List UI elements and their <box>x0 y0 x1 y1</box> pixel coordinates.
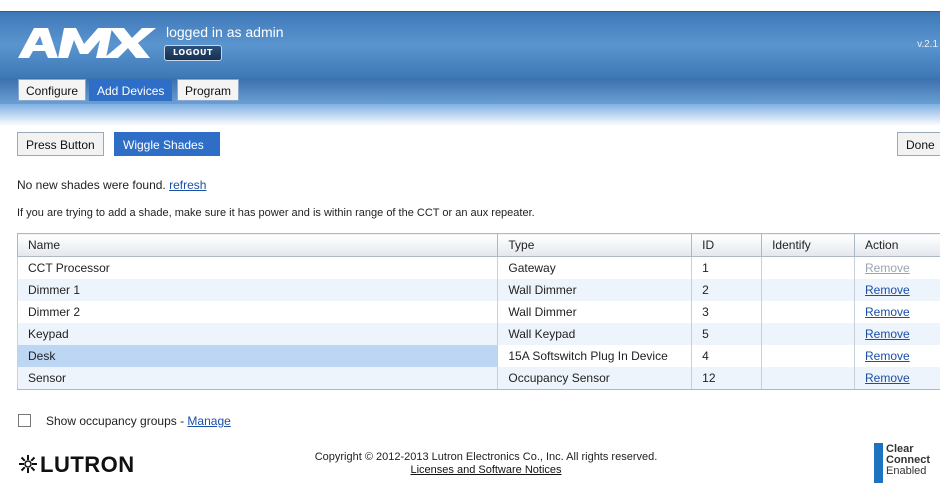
device-id: 12 <box>691 367 763 390</box>
app-header: logged in as admin LOGOUT v.2.1 <box>0 11 940 78</box>
no-shades-message: No new shades were found. refresh <box>17 178 206 192</box>
device-name: Dimmer 2 <box>16 301 499 323</box>
device-name: Dimmer 1 <box>16 279 499 301</box>
tab-configure[interactable]: Configure <box>18 79 87 101</box>
table-row[interactable]: Keypad Wall Keypad 5 Remove <box>16 323 940 345</box>
remove-link[interactable]: Remove <box>865 305 910 319</box>
table-header-row: Name Type ID Identify Action <box>16 233 940 257</box>
remove-link[interactable]: Remove <box>865 327 910 341</box>
logged-in-text: logged in as admin <box>166 24 284 40</box>
version-label: v.2.1 <box>917 39 938 50</box>
show-occupancy-checkbox[interactable] <box>18 414 31 427</box>
device-identify <box>761 345 856 367</box>
device-name: Sensor <box>16 367 499 390</box>
column-header-action[interactable]: Action <box>854 233 940 257</box>
table-row[interactable]: CCT Processor Gateway 1 Remove <box>16 256 940 279</box>
refresh-link[interactable]: refresh <box>169 178 206 192</box>
column-header-name[interactable]: Name <box>16 233 499 257</box>
device-type: 15A Softswitch Plug In Device <box>497 345 693 367</box>
wiggle-shades-button[interactable]: Wiggle Shades <box>114 132 220 156</box>
table-row[interactable]: Sensor Occupancy Sensor 12 Remove <box>16 367 940 390</box>
device-identify <box>761 367 856 390</box>
lutron-wordmark: LUTRON <box>40 452 135 477</box>
device-identify <box>761 323 856 345</box>
licenses-link[interactable]: Licenses and Software Notices <box>301 464 671 476</box>
toolbar-band <box>0 104 940 126</box>
devices-table: Name Type ID Identify Action CCT Process… <box>16 233 940 390</box>
clear-connect-badge: Clear Connect Enabled <box>874 443 940 483</box>
device-identify <box>761 279 856 301</box>
amx-logo <box>18 28 156 58</box>
hint-message: If you are trying to add a shade, make s… <box>17 207 535 219</box>
device-identify <box>761 256 856 279</box>
occupancy-label: Show occupancy groups - Manage <box>46 414 231 428</box>
copyright-text: Copyright © 2012-2013 Lutron Electronics… <box>314 451 658 463</box>
logout-button[interactable]: LOGOUT <box>164 45 222 61</box>
remove-link[interactable]: Remove <box>865 371 910 385</box>
device-id: 2 <box>691 279 763 301</box>
device-type: Wall Dimmer <box>497 301 693 323</box>
remove-link[interactable]: Remove <box>865 283 910 297</box>
device-name: Desk <box>16 345 499 367</box>
tab-add-devices[interactable]: Add Devices <box>89 79 173 101</box>
no-shades-text: No new shades were found. <box>17 178 166 192</box>
table-row[interactable]: Dimmer 2 Wall Dimmer 3 Remove <box>16 301 940 323</box>
device-name: CCT Processor <box>16 256 499 279</box>
device-name: Keypad <box>16 323 499 345</box>
clear-connect-text: Clear Connect Enabled <box>886 444 930 477</box>
column-header-id[interactable]: ID <box>691 233 763 257</box>
device-type: Wall Keypad <box>497 323 693 345</box>
lutron-sun-icon <box>19 455 37 473</box>
column-header-type[interactable]: Type <box>497 233 693 257</box>
tab-program[interactable]: Program <box>177 79 240 101</box>
remove-link: Remove <box>865 261 910 275</box>
clear-connect-bar <box>874 443 883 483</box>
device-id: 4 <box>691 345 763 367</box>
done-button[interactable]: Done <box>897 132 940 156</box>
table-row[interactable]: Dimmer 1 Wall Dimmer 2 Remove <box>16 279 940 301</box>
enabled-word: Enabled <box>886 465 927 477</box>
copyright-block: Copyright © 2012-2013 Lutron Electronics… <box>301 451 671 476</box>
device-type: Gateway <box>497 256 693 279</box>
device-id: 1 <box>691 256 763 279</box>
occupancy-text: Show occupancy groups - <box>46 414 188 428</box>
device-type: Wall Dimmer <box>497 279 693 301</box>
tab-bar: Configure Add Devices Program <box>0 78 940 104</box>
device-type: Occupancy Sensor <box>497 367 693 390</box>
column-header-identify[interactable]: Identify <box>761 233 856 257</box>
device-id: 3 <box>691 301 763 323</box>
lutron-logo: LUTRON <box>18 452 135 478</box>
table-row-selected[interactable]: Desk 15A Softswitch Plug In Device 4 Rem… <box>16 345 940 367</box>
remove-link[interactable]: Remove <box>865 349 910 363</box>
device-id: 5 <box>691 323 763 345</box>
device-identify <box>761 301 856 323</box>
manage-link[interactable]: Manage <box>187 414 230 428</box>
press-button[interactable]: Press Button <box>17 132 104 156</box>
